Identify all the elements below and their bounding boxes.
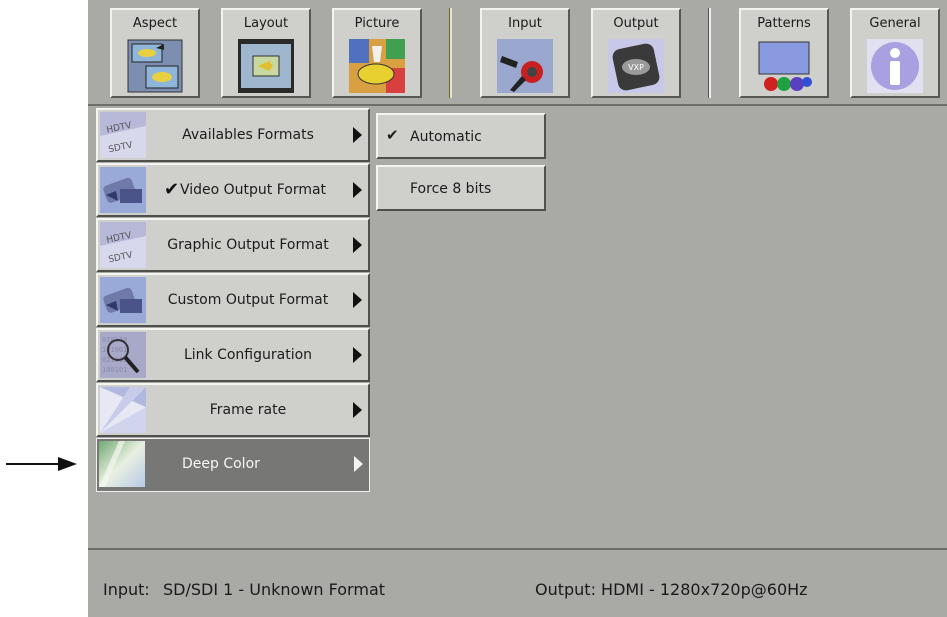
patterns-icon — [755, 38, 813, 94]
input-status-value: SD/SDI 1 - Unknown Format — [163, 580, 386, 599]
svg-text:100101: 100101 — [102, 366, 127, 374]
menu-item-link-configuration[interactable]: 010110 101001 011010 100101 Link Configura… — [96, 328, 370, 382]
patterns-button[interactable]: Patterns — [739, 8, 829, 98]
submenu-arrow-icon — [353, 347, 362, 363]
menu-item-frame-rate[interactable]: Frame rate — [96, 383, 370, 437]
output-vxp-icon: VXP — [607, 38, 665, 94]
output-label: Output — [613, 16, 659, 31]
menu-item-custom-output-format[interactable]: Custom Output Format — [96, 273, 370, 327]
input-label: Input — [508, 16, 542, 31]
menu-item-label: Graphic Output Format — [167, 237, 329, 253]
submenu-arrow-icon — [353, 182, 362, 198]
svg-text:VXP: VXP — [628, 63, 644, 72]
submenu-item-force-8-bits[interactable]: Force 8 bits — [376, 165, 546, 211]
aspect-button[interactable]: Aspect — [110, 8, 200, 98]
svg-text:101001: 101001 — [102, 346, 127, 354]
menu-item-video-output-format[interactable]: ✔ Video Output Format — [96, 163, 370, 217]
submenu-arrow-icon — [353, 237, 362, 253]
submenu-item-label: Force 8 bits — [410, 181, 492, 197]
menu-item-label: Frame rate — [209, 402, 287, 418]
menu-item-deep-color[interactable]: Deep Color — [96, 438, 370, 492]
menu-item-label: Video Output Format — [179, 182, 327, 198]
submenu-arrow-icon — [353, 402, 362, 418]
checkmark-icon: ✔ — [386, 126, 399, 144]
submenu-arrow-icon — [354, 456, 363, 472]
menu-item-label: Deep Color — [182, 456, 260, 472]
aspect-label: Aspect — [132, 16, 178, 31]
toolbar-separator — [449, 8, 452, 98]
input-connector-icon — [496, 38, 554, 94]
output-button[interactable]: Output VXP — [591, 8, 681, 98]
device-screen: Aspect Layout Picture Input Output VXP P… — [88, 0, 947, 617]
toolbar-separator — [708, 8, 711, 98]
deep-color-icon — [99, 441, 145, 487]
menu-item-graphic-output-format[interactable]: HDTV SDTV Graphic Output Format — [96, 218, 370, 272]
magnifier-binary-icon: 010110 101001 011010 100101 — [100, 332, 146, 378]
status-bar: Input: SD/SDI 1 - Unknown Format Output:… — [88, 548, 947, 617]
submenu-item-label: Automatic — [410, 129, 482, 145]
hdtv-sdtv-icon: HDTV SDTV — [100, 112, 146, 158]
menu-item-label: Custom Output Format — [167, 292, 329, 308]
submenu-arrow-icon — [353, 127, 362, 143]
aspect-icon — [126, 38, 184, 94]
patterns-label: Patterns — [757, 16, 811, 31]
hdtv-sdtv-icon: HDTV SDTV — [100, 222, 146, 268]
pointer-arrow-icon — [6, 457, 77, 471]
input-status-label: Input: — [103, 580, 150, 599]
menu-item-label: Availables Formats — [182, 127, 314, 143]
output-status: Output: HDMI - 1280x720p@60Hz — [535, 580, 808, 599]
frame-rate-icon — [100, 387, 146, 433]
picture-label: Picture — [354, 16, 400, 31]
general-label: General — [869, 16, 921, 31]
input-button[interactable]: Input — [480, 8, 570, 98]
top-toolbar: Aspect Layout Picture Input Output VXP P… — [88, 0, 947, 106]
video-output-icon — [100, 167, 146, 213]
video-output-icon — [100, 277, 146, 323]
submenu-arrow-icon — [353, 292, 362, 308]
general-button[interactable]: General — [850, 8, 940, 98]
info-icon — [866, 38, 924, 94]
layout-button[interactable]: Layout — [221, 8, 311, 98]
layout-label: Layout — [243, 16, 289, 31]
picture-icon — [348, 38, 406, 94]
menu-item-availables-formats[interactable]: HDTV SDTV Availables Formats — [96, 108, 370, 162]
menu-item-label: Link Configuration — [183, 347, 313, 363]
picture-button[interactable]: Picture — [332, 8, 422, 98]
layout-icon — [237, 38, 295, 94]
submenu-item-automatic[interactable]: ✔ Automatic — [376, 113, 546, 159]
